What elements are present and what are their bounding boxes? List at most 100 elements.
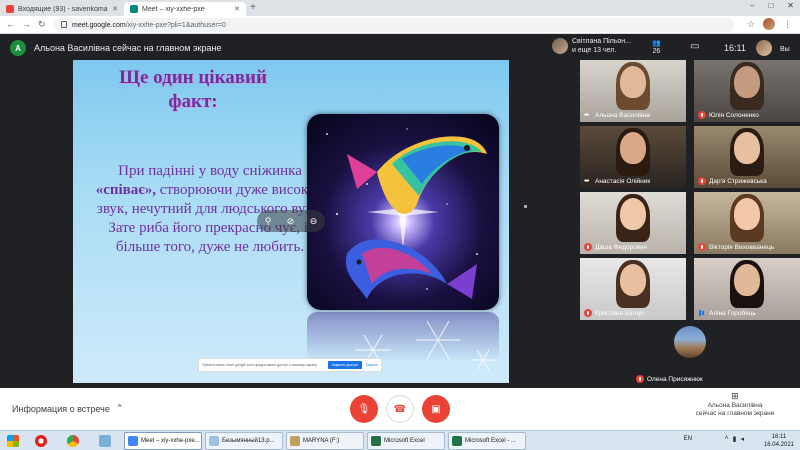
back-icon[interactable]: ← <box>6 19 15 29</box>
mic-off-icon <box>698 243 706 251</box>
participant-name: Дар'я Стрижевська <box>709 177 767 185</box>
taskbar-task[interactable]: Microsoft Excel - ... <box>448 432 526 450</box>
taskbar-clock[interactable]: 16:11 16.04.2021 <box>764 433 794 449</box>
opera-pin[interactable] <box>30 433 52 449</box>
tab-meet[interactable]: Meet – xiy-xxhe-pxe ✕ <box>124 2 246 16</box>
presentation-stage: Ще один цікавий факт: При падінні у воду… <box>0 60 580 388</box>
taskbar-task[interactable]: Microsoft Excel <box>367 432 445 450</box>
tray-arrow-icon[interactable]: ˄ <box>725 435 729 443</box>
close-icon[interactable]: ✕ <box>234 5 240 13</box>
hide-notice-button[interactable]: Скрыть <box>366 363 378 367</box>
window-controls: – □ ✕ <box>750 1 794 10</box>
stop-sharing-button[interactable]: Закрыть доступ <box>327 361 362 369</box>
self-avatar <box>756 40 772 56</box>
participant-tile[interactable]: Вікторія Виховванець <box>694 192 800 254</box>
participant-tile[interactable]: ••• Анастасія Олійник <box>580 126 686 188</box>
taskbar-task[interactable]: MARYNA (F:) <box>286 432 364 450</box>
notepad-pin[interactable] <box>94 433 116 449</box>
language-indicator[interactable]: EN <box>684 436 692 442</box>
task-label: Microsoft Excel - ... <box>465 438 517 444</box>
participant-tile[interactable]: Аліна Горобець <box>694 258 800 320</box>
close-window-button[interactable]: ✕ <box>787 1 794 10</box>
participant-name: Олена Присяжнюк <box>647 375 703 383</box>
windows-logo-icon <box>7 435 19 447</box>
self-label: Вы <box>780 46 790 53</box>
menu-icon[interactable]: ⋮ <box>783 19 792 30</box>
people-icon: 👥 <box>652 40 661 47</box>
network-icon[interactable]: ▮ <box>733 435 737 443</box>
tab-gmail[interactable]: Входящие (93) - savenkomarina ✕ <box>0 2 124 16</box>
maximize-button[interactable]: □ <box>768 1 773 10</box>
notepad-icon <box>99 435 111 447</box>
meeting-details-label: Информация о встрече <box>12 403 110 414</box>
camera-toggle-button[interactable]: ▣ <box>422 395 450 423</box>
present-screen-icon: ⊞ <box>731 391 739 401</box>
lock-icon <box>61 21 67 28</box>
participant-tile[interactable]: Юлія Солоненко <box>694 60 800 122</box>
participant-face <box>734 132 760 164</box>
mic-off-icon <box>636 375 644 383</box>
participant-tile[interactable]: Дар'я Стрижевська <box>694 126 800 188</box>
participant-face <box>734 264 760 296</box>
new-tab-button[interactable]: + <box>250 2 256 13</box>
slide-body-text: При падінні у воду сніжинка <box>118 163 302 179</box>
paint-icon <box>209 436 219 446</box>
forward-icon[interactable]: → <box>22 19 31 29</box>
chip-line2: и еще 13 чел. <box>572 47 617 54</box>
participants-chip[interactable]: Світлана Пільон... и еще 13 чел. <box>552 37 631 55</box>
url-host: meet.google.com <box>72 21 126 29</box>
participant-tile[interactable]: Кристина Білоус <box>580 258 686 320</box>
volume-icon[interactable]: ◂ <box>740 435 744 443</box>
more-options-icon[interactable]: ⊖ <box>310 216 318 227</box>
bookmark-star-icon[interactable]: ☆ <box>747 19 755 30</box>
url-path: /xiy-xxhe-pxe?pli=1&authuser=0 <box>125 21 226 29</box>
mic-off-icon <box>584 243 592 251</box>
meeting-controls-bar: Информация о встрече ⌃ 🎙 ☎ ▣ ⊞ Альона Ва… <box>0 388 800 430</box>
speaking-indicator-icon: ••• <box>584 112 589 119</box>
participant-tile[interactable]: ••• Альона Василівна <box>580 60 686 122</box>
url-input[interactable]: meet.google.com/xiy-xxhe-pxe?pli=1&authu… <box>54 18 734 32</box>
system-tray: ˄ ▮ ◂ <box>725 435 744 443</box>
hang-up-button[interactable]: ☎ <box>386 395 414 423</box>
gmail-icon <box>6 5 14 13</box>
participant-tile[interactable]: Даша Федорович <box>580 192 686 254</box>
screen-share-notice: Презентовать meet.google.com предоставил… <box>198 358 382 372</box>
people-button[interactable]: 👥 26 <box>652 40 661 56</box>
opera-icon <box>35 435 47 447</box>
excel-icon <box>371 436 381 446</box>
taskbar-task[interactable]: Безымянный13.p... <box>205 432 283 450</box>
tab-title: Meet – xiy-xxhe-pxe <box>142 5 205 13</box>
participant-name: Аліна Горобець <box>709 309 756 317</box>
avatar <box>552 38 568 54</box>
task-label: Microsoft Excel <box>384 438 425 444</box>
mic-off-icon: 🎙 <box>357 403 371 415</box>
drive-icon <box>290 436 300 446</box>
minimize-button[interactable]: – <box>750 1 754 10</box>
chevron-up-icon: ⌃ <box>115 403 124 413</box>
mic-off-icon <box>698 111 706 119</box>
presenting-status[interactable]: ⊞ Альона Василівна сейчас на главном экр… <box>690 392 780 418</box>
chat-icon[interactable]: ▭ <box>690 41 699 52</box>
reload-icon[interactable]: ↻ <box>38 19 46 30</box>
task-label: MARYNA (F:) <box>303 438 340 444</box>
speaking-indicator-icon: ••• <box>584 178 589 185</box>
meet-header: A Альона Василівна сейчас на главном экр… <box>0 36 800 60</box>
chrome-pin[interactable] <box>62 433 84 449</box>
participant-tile[interactable]: Олена Присяжнюк <box>580 324 800 386</box>
pin-icon[interactable]: ⚲ <box>265 216 272 227</box>
fish-image <box>307 114 499 310</box>
taskbar-task[interactable]: Meet – xiy-xxhe-pxe... <box>124 432 202 450</box>
start-button[interactable] <box>2 433 24 449</box>
mic-toggle-button[interactable]: 🎙 <box>350 395 378 423</box>
meeting-details-button[interactable]: Информация о встрече ⌃ <box>12 403 123 414</box>
mute-overlay-icon[interactable]: ⊘ <box>287 216 295 227</box>
share-message: Презентовать meet.google.com предоставил… <box>202 363 318 367</box>
profile-avatar[interactable] <box>763 18 775 30</box>
people-count: 26 <box>652 48 661 55</box>
close-icon[interactable]: ✕ <box>112 5 118 13</box>
participant-face <box>620 198 646 230</box>
meeting-clock: 16:11 <box>724 43 746 53</box>
windows-taskbar: Meet – xiy-xxhe-pxe... Безымянный13.p...… <box>0 430 800 450</box>
task-label: Meet – xiy-xxhe-pxe... <box>141 438 200 444</box>
mic-off-icon <box>584 309 592 317</box>
